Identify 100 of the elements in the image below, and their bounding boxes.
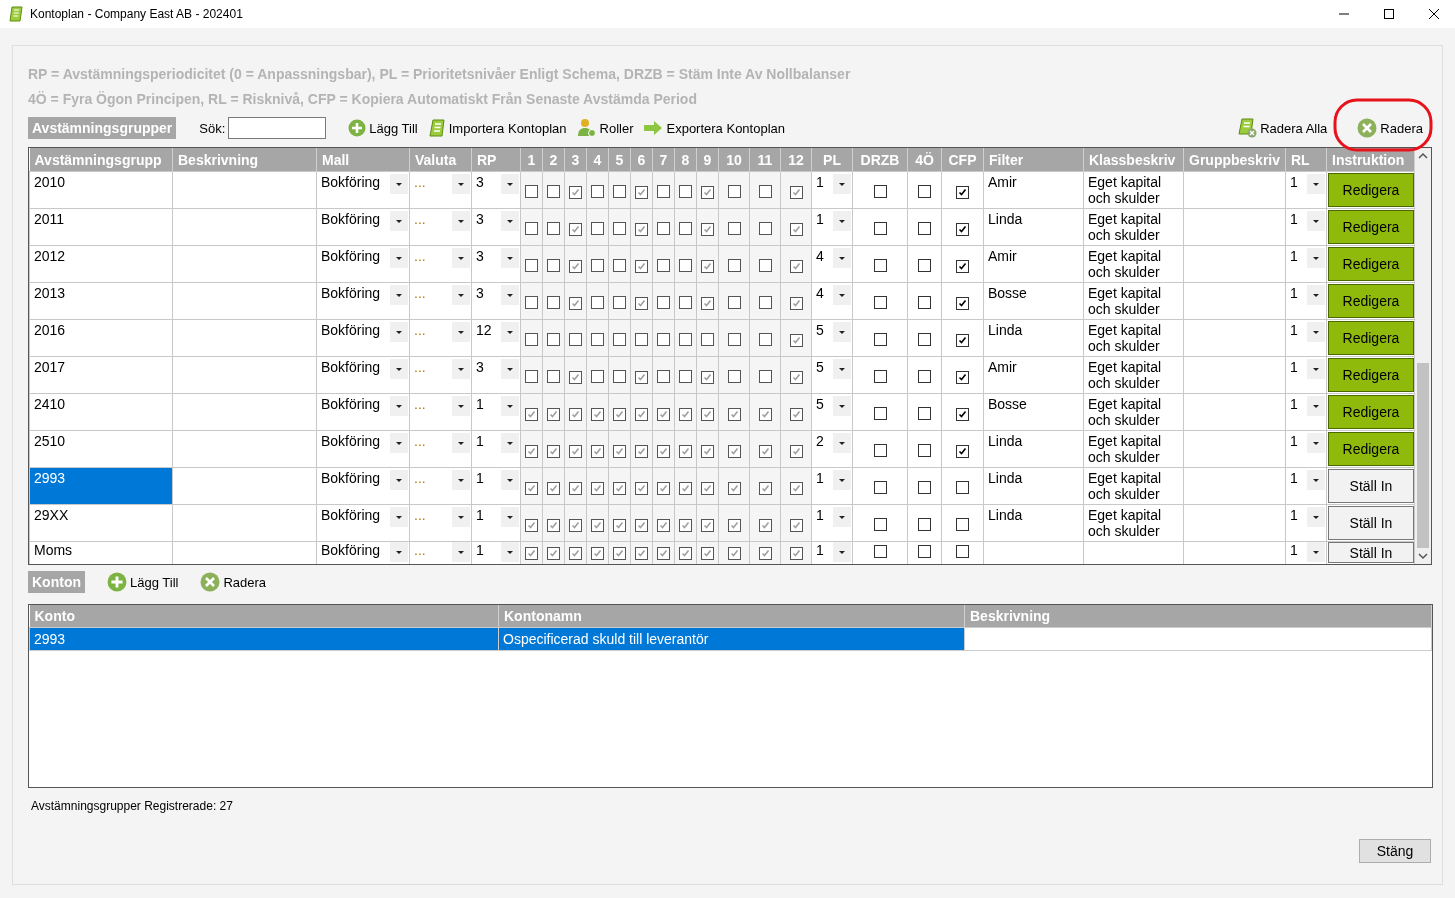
scroll-down-icon[interactable] (1418, 552, 1428, 560)
caret-icon[interactable] (390, 433, 408, 453)
month-checkbox[interactable] (525, 222, 538, 235)
month-checkbox[interactable] (525, 333, 538, 346)
month-checkbox[interactable] (789, 297, 803, 310)
instruction-button[interactable]: Ställ In (1328, 506, 1414, 540)
checkbox[interactable] (956, 445, 969, 458)
caret-icon[interactable] (1307, 248, 1325, 268)
caret-icon[interactable] (1307, 542, 1325, 562)
month-checkbox[interactable] (727, 547, 741, 560)
checkbox[interactable] (956, 260, 969, 273)
month-checkbox[interactable] (657, 519, 670, 532)
caret-icon[interactable] (1307, 359, 1325, 379)
scroll-thumb[interactable] (1417, 363, 1429, 548)
month-checkbox[interactable] (679, 519, 692, 532)
month-checkbox[interactable] (547, 370, 560, 383)
dropdown-value[interactable]: 1 (1290, 433, 1298, 449)
month-checkbox[interactable] (613, 185, 626, 198)
close-button[interactable]: Stäng (1359, 839, 1431, 863)
dropdown-value[interactable]: 1 (1290, 470, 1298, 486)
table-cell[interactable]: 2017 (29, 356, 173, 394)
caret-icon[interactable] (833, 174, 851, 194)
month-checkbox[interactable] (758, 259, 772, 272)
month-checkbox[interactable] (591, 408, 604, 421)
instruction-button[interactable]: Redigera (1328, 395, 1414, 429)
month-checkbox[interactable] (591, 547, 604, 560)
month-checkbox[interactable] (727, 296, 741, 309)
month-checkbox[interactable] (679, 445, 692, 458)
month-checkbox[interactable] (613, 445, 626, 458)
caret-icon[interactable] (833, 542, 851, 562)
checkbox[interactable] (918, 333, 931, 346)
checkbox[interactable] (873, 333, 887, 346)
caret-icon[interactable] (833, 322, 851, 342)
month-checkbox[interactable] (679, 547, 692, 560)
dropdown-value[interactable]: 3 (476, 211, 484, 227)
caret-icon[interactable] (452, 433, 470, 453)
caret-icon[interactable] (452, 359, 470, 379)
month-checkbox[interactable] (635, 186, 648, 199)
month-checkbox[interactable] (525, 408, 538, 421)
checkbox[interactable] (956, 371, 969, 384)
caret-icon[interactable] (452, 174, 470, 194)
checkbox[interactable] (873, 370, 887, 383)
dropdown-value[interactable]: ... (414, 248, 426, 264)
month-checkbox[interactable] (701, 297, 714, 310)
close-icon[interactable] (1428, 8, 1440, 20)
month-checkbox[interactable] (525, 519, 538, 532)
month-checkbox[interactable] (679, 259, 692, 272)
caret-icon[interactable] (1307, 433, 1325, 453)
month-checkbox[interactable] (701, 547, 714, 560)
caret-icon[interactable] (390, 359, 408, 379)
dropdown-value[interactable]: 1 (476, 433, 484, 449)
caret-icon[interactable] (452, 322, 470, 342)
scrollbar[interactable] (1415, 148, 1431, 564)
caret-icon[interactable] (501, 433, 519, 453)
caret-icon[interactable] (833, 396, 851, 416)
caret-icon[interactable] (501, 507, 519, 527)
month-checkbox[interactable] (525, 370, 538, 383)
caret-icon[interactable] (1307, 507, 1325, 527)
month-checkbox[interactable] (635, 547, 648, 560)
table-cell[interactable]: 2510 (29, 430, 173, 468)
month-checkbox[interactable] (591, 445, 604, 458)
checkbox[interactable] (956, 297, 969, 310)
checkbox[interactable] (873, 296, 887, 309)
scroll-up-icon[interactable] (1418, 152, 1428, 160)
caret-icon[interactable] (501, 285, 519, 305)
checkbox[interactable] (956, 518, 969, 531)
caret-icon[interactable] (390, 396, 408, 416)
caret-icon[interactable] (833, 507, 851, 527)
checkbox[interactable] (873, 444, 887, 457)
month-checkbox[interactable] (789, 547, 803, 560)
dropdown-value[interactable]: ... (414, 322, 426, 338)
dropdown-value[interactable]: 4 (816, 285, 824, 301)
caret-icon[interactable] (1307, 211, 1325, 231)
checkbox[interactable] (956, 408, 969, 421)
caret-icon[interactable] (833, 433, 851, 453)
caret-icon[interactable] (452, 470, 470, 490)
month-checkbox[interactable] (591, 370, 604, 383)
month-checkbox[interactable] (727, 370, 741, 383)
month-checkbox[interactable] (547, 519, 560, 532)
month-checkbox[interactable] (657, 547, 670, 560)
dropdown-value[interactable]: 1 (476, 470, 484, 486)
caret-icon[interactable] (452, 542, 470, 562)
table-cell[interactable]: Ospecificerad skuld till leverantör (498, 627, 965, 651)
month-checkbox[interactable] (701, 260, 714, 273)
checkbox[interactable] (873, 518, 887, 531)
month-checkbox[interactable] (613, 519, 626, 532)
month-checkbox[interactable] (727, 222, 741, 235)
dropdown-value[interactable]: 1 (1290, 285, 1298, 301)
month-checkbox[interactable] (635, 482, 648, 495)
month-checkbox[interactable] (758, 482, 772, 495)
month-checkbox[interactable] (591, 296, 604, 309)
dropdown-value[interactable]: 1 (1290, 507, 1298, 523)
dropdown-value[interactable]: 3 (476, 248, 484, 264)
month-checkbox[interactable] (547, 333, 560, 346)
month-checkbox[interactable] (701, 482, 714, 495)
month-checkbox[interactable] (758, 370, 772, 383)
table-cell[interactable]: 29XX (29, 504, 173, 542)
month-checkbox[interactable] (547, 185, 560, 198)
checkbox[interactable] (918, 481, 931, 494)
caret-icon[interactable] (501, 211, 519, 231)
